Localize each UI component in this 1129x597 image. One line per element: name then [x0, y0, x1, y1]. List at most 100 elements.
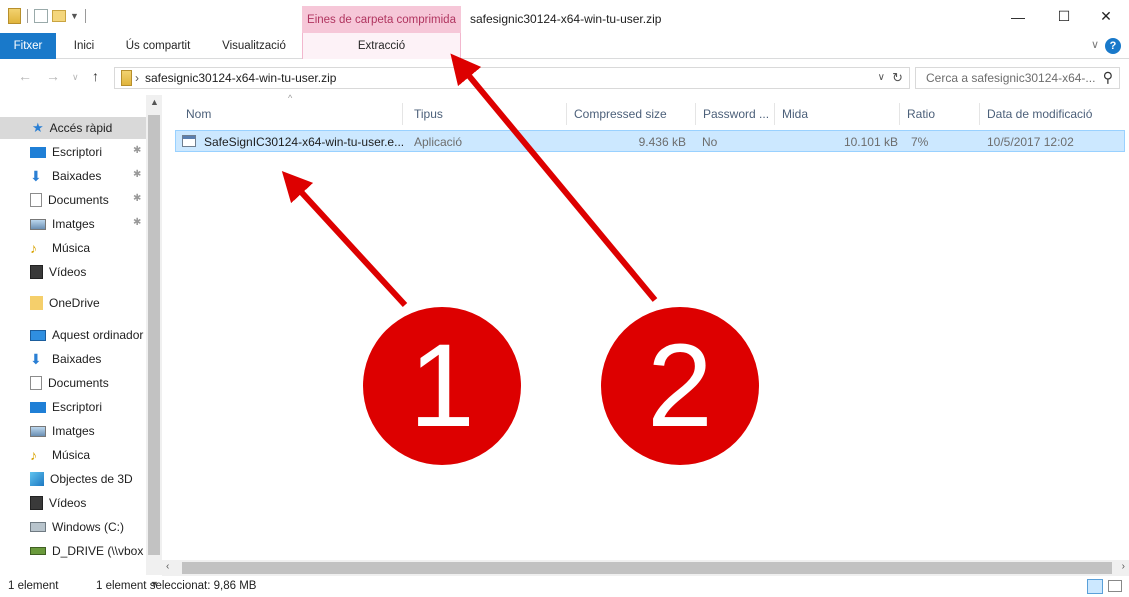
nav-item-pc-music[interactable]: ♪ Música	[30, 444, 90, 466]
column-compressed-size[interactable]: Compressed size	[574, 107, 667, 121]
pin-icon[interactable]: ✱	[133, 193, 141, 204]
horizontal-scrollbar[interactable]: ‹ ›	[162, 560, 1129, 576]
scroll-up-icon[interactable]: ▲	[150, 97, 159, 107]
up-icon[interactable]: ↑	[92, 68, 99, 84]
nav-item-drive-c[interactable]: Windows (C:)	[30, 516, 124, 538]
back-icon[interactable]: ←	[18, 68, 32, 84]
column-divider[interactable]	[899, 103, 900, 125]
close-button[interactable]: ✕	[1083, 0, 1129, 33]
network-drive-icon	[30, 547, 46, 555]
nav-quick-access[interactable]: ★ Accés ràpid	[0, 117, 146, 139]
window-title: safesignic30124-x64-win-tu-user.zip	[470, 12, 662, 26]
sort-indicator-icon: ^	[288, 93, 293, 103]
pin-icon[interactable]: ✱	[133, 169, 141, 180]
search-icon[interactable]: ⚲	[1103, 69, 1113, 86]
scroll-right-icon[interactable]: ›	[1122, 561, 1125, 572]
properties-icon[interactable]	[34, 9, 48, 23]
download-icon: ⬇	[30, 167, 42, 184]
table-row[interactable]: SafeSignIC30124-x64-win-tu-user.e... Apl…	[175, 130, 1125, 152]
pin-icon[interactable]: ✱	[133, 217, 141, 228]
tab-file[interactable]: Fitxer	[0, 33, 56, 59]
application-icon	[182, 135, 196, 147]
nav-item-3d-objects[interactable]: Objectes de 3D	[30, 468, 133, 490]
nav-label: Baixades	[52, 169, 102, 183]
zip-folder-icon	[121, 70, 132, 86]
nav-label: Imatges	[52, 217, 95, 231]
nav-item-pc-documents[interactable]: Documents	[30, 372, 109, 394]
nav-item-pc-pictures[interactable]: Imatges	[30, 420, 95, 442]
nav-label: Música	[52, 448, 91, 462]
nav-item-pc-downloads[interactable]: ⬇ Baixades	[30, 348, 101, 370]
nav-item-network-drive[interactable]: D_DRIVE (\\vbox	[30, 540, 143, 562]
column-size[interactable]: Mida	[782, 107, 808, 121]
nav-item-downloads[interactable]: ⬇ Baixades	[30, 165, 101, 187]
pictures-icon	[30, 218, 46, 230]
nav-label: Música	[52, 241, 91, 255]
file-compressed-size: 9.436 kB	[638, 135, 686, 149]
column-modified[interactable]: Data de modificació	[987, 107, 1092, 121]
scrollbar-thumb[interactable]	[148, 115, 160, 555]
column-divider[interactable]	[695, 103, 696, 125]
selection-info: 1 element seleccionat: 9,86 MB	[96, 580, 257, 592]
pin-icon[interactable]: ✱	[133, 145, 141, 156]
title-bar: ▼ Eines de carpeta comprimida safesignic…	[0, 0, 1129, 34]
nav-label: Documents	[48, 376, 109, 390]
column-password[interactable]: Password ...	[703, 107, 769, 121]
recent-locations-icon[interactable]: ∨	[72, 72, 79, 83]
scroll-left-icon[interactable]: ‹	[166, 561, 169, 572]
help-icon[interactable]: ?	[1105, 38, 1121, 54]
nav-item-documents[interactable]: Documents	[30, 189, 109, 211]
annotation-badge-2: 2	[601, 307, 759, 465]
refresh-icon[interactable]: ↻	[892, 70, 903, 86]
file-ratio: 7%	[911, 135, 929, 149]
nav-label: Documents	[48, 193, 109, 207]
download-icon: ⬇	[30, 350, 42, 367]
zip-folder-icon	[8, 8, 21, 24]
nav-label: OneDrive	[49, 296, 100, 310]
maximize-button[interactable]: ☐	[1041, 0, 1087, 33]
video-icon	[30, 265, 43, 279]
nav-item-pc-desktop[interactable]: Escriptori	[30, 396, 102, 418]
navpane-scrollbar[interactable]: ▲ ▼	[146, 95, 162, 589]
details-view-icon[interactable]	[1087, 579, 1103, 594]
nav-item-videos[interactable]: Vídeos	[30, 261, 86, 283]
file-type: Aplicació	[414, 135, 463, 149]
search-placeholder: Cerca a safesignic30124-x64-...	[926, 71, 1096, 85]
nav-item-this-pc[interactable]: Aquest ordinador	[30, 324, 143, 346]
ribbon-expand-chevron-icon[interactable]: ∨	[1091, 38, 1099, 51]
breadcrumb-path[interactable]: safesignic30124-x64-win-tu-user.zip	[145, 71, 336, 85]
nav-item-pc-videos[interactable]: Vídeos	[30, 492, 86, 514]
address-dropdown-icon[interactable]: ∨	[878, 72, 885, 83]
nav-item-music[interactable]: ♪ Música	[30, 237, 90, 259]
column-ratio[interactable]: Ratio	[907, 107, 935, 121]
desktop-icon	[30, 146, 46, 158]
column-divider[interactable]	[774, 103, 775, 125]
star-icon: ★	[32, 120, 44, 135]
column-divider[interactable]	[566, 103, 567, 125]
search-input[interactable]: Cerca a safesignic30124-x64-... ⚲	[915, 67, 1120, 89]
nav-label: D_DRIVE (\\vbox	[52, 544, 144, 558]
scrollbar-thumb[interactable]	[182, 562, 1112, 574]
file-name[interactable]: SafeSignIC30124-x64-win-tu-user.e...	[204, 135, 404, 149]
address-bar[interactable]: › safesignic30124-x64-win-tu-user.zip ∨ …	[114, 67, 910, 89]
music-icon: ♪	[30, 240, 37, 256]
new-folder-icon[interactable]	[52, 10, 66, 22]
customize-dropdown-icon[interactable]: ▼	[70, 11, 79, 21]
large-icons-view-icon[interactable]	[1108, 580, 1122, 592]
tab-home[interactable]: Inici	[66, 33, 102, 59]
nav-item-onedrive[interactable]: OneDrive	[30, 292, 100, 314]
tab-view[interactable]: Visualització	[210, 33, 298, 59]
column-divider[interactable]	[979, 103, 980, 125]
minimize-button[interactable]: —	[995, 0, 1041, 33]
tab-share[interactable]: Ús compartit	[120, 33, 196, 59]
column-name[interactable]: Nom	[186, 107, 211, 121]
forward-icon[interactable]: →	[46, 68, 60, 84]
desktop-icon	[30, 401, 46, 413]
column-divider[interactable]	[402, 103, 403, 125]
folder-icon	[30, 296, 43, 310]
computer-icon	[30, 329, 46, 341]
tab-extract[interactable]: Extracció	[302, 33, 461, 59]
nav-item-desktop[interactable]: Escriptori	[30, 141, 102, 163]
nav-item-pictures[interactable]: Imatges	[30, 213, 95, 235]
column-type[interactable]: Tipus	[414, 107, 443, 121]
